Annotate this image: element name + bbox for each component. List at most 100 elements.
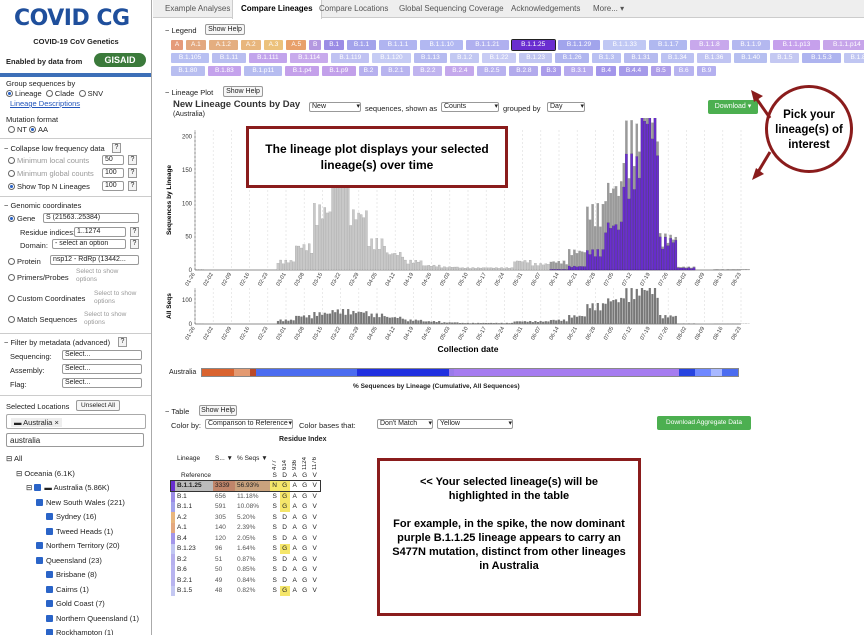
legend-chip-b-1-11[interactable]: B.1.11 (212, 53, 246, 63)
bar-all-seqs[interactable] (529, 321, 532, 324)
bar-all-seqs[interactable] (510, 322, 514, 324)
bar-other-lineages[interactable] (669, 234, 672, 239)
bar-other-lineages[interactable] (357, 212, 360, 271)
bar-all-seqs[interactable] (341, 309, 345, 324)
bar-all-seqs[interactable] (586, 304, 589, 324)
bar-other-lineages[interactable] (687, 266, 691, 268)
bar-other-lineages[interactable] (477, 267, 480, 271)
bar-other-lineages[interactable] (723, 269, 727, 271)
bar-b-1-1-25[interactable] (690, 268, 693, 271)
location-tree-item[interactable]: ⊟ ▬ Australia (5.86K) (26, 483, 109, 492)
bar-b-1-1-25[interactable] (627, 198, 631, 271)
bar-other-lineages[interactable] (414, 260, 418, 271)
tab-compare-lineages[interactable]: Compare Lineages (232, 0, 322, 19)
bar-other-lineages[interactable] (503, 268, 506, 271)
cumulative-bar-segment[interactable] (453, 369, 679, 376)
col-residue-header[interactable]: 1124 (300, 446, 310, 470)
location-tree-item[interactable]: Cairns (1) (46, 585, 89, 594)
legend-chip-b-1-1-29[interactable]: B.1.1.29 (557, 40, 601, 50)
legend-chip-b-1-80[interactable]: B.1.80 (171, 66, 205, 76)
radio-clade[interactable] (45, 90, 53, 97)
bar-all-seqs[interactable] (474, 323, 477, 324)
radio-primers[interactable] (8, 274, 15, 281)
bar-all-seqs[interactable] (531, 322, 534, 324)
bar-other-lineages[interactable] (638, 151, 641, 179)
bar-other-lineages[interactable] (339, 174, 342, 271)
bar-all-seqs[interactable] (490, 322, 493, 324)
bar-all-seqs[interactable] (445, 322, 449, 324)
bar-all-seqs[interactable] (391, 317, 394, 324)
radio-snv[interactable] (78, 90, 86, 97)
bar-all-seqs[interactable] (518, 321, 521, 324)
legend-chip-b-4-4[interactable]: B.4.4 (619, 66, 648, 76)
bar-other-lineages[interactable] (474, 268, 477, 271)
legend-chip-b-1-1-p14[interactable]: B.1.1.p14 (823, 40, 864, 50)
legend-chip-a-2[interactable]: A.2 (240, 40, 261, 50)
tab-example-analyses[interactable]: Example Analyses (165, 0, 230, 18)
bar-all-seqs[interactable] (672, 316, 675, 324)
bar-other-lineages[interactable] (518, 260, 522, 271)
bar-other-lineages[interactable] (716, 269, 719, 271)
location-tree-item[interactable]: Tweed Heads (1) (46, 527, 113, 536)
location-tree-item[interactable]: Rockhampton (1) (46, 628, 114, 635)
bar-all-seqs[interactable] (466, 322, 469, 324)
bar-b-1-1-25[interactable] (604, 232, 607, 271)
bar-b-1-1-25[interactable] (679, 267, 683, 271)
bar-all-seqs[interactable] (555, 320, 558, 324)
bar-other-lineages[interactable] (344, 185, 347, 271)
bar-all-seqs[interactable] (583, 316, 586, 324)
bar-all-seqs[interactable] (560, 320, 563, 324)
radio-custom[interactable] (8, 295, 15, 302)
bar-other-lineages[interactable] (198, 269, 202, 271)
bar-all-seqs[interactable] (666, 317, 670, 324)
bar-other-lineages[interactable] (731, 269, 735, 271)
legend-chip-b-1-5[interactable]: B.1.5 (770, 53, 800, 63)
bar-all-seqs[interactable] (539, 321, 542, 324)
new-select[interactable]: New ▾ (309, 102, 361, 112)
day-select[interactable]: Day ▾ (547, 102, 585, 112)
cumulative-bar-segment[interactable] (357, 369, 449, 376)
download-aggregate-button[interactable]: Download Aggregate Data (657, 416, 751, 430)
bar-other-lineages[interactable] (323, 207, 327, 271)
bar-other-lineages[interactable] (373, 249, 376, 271)
bar-all-seqs[interactable] (305, 317, 308, 324)
legend-chip-b-1-26[interactable]: B.1.26 (555, 53, 589, 63)
bar-other-lineages[interactable] (542, 264, 545, 271)
bar-other-lineages[interactable] (500, 267, 503, 271)
bar-other-lineages[interactable] (302, 244, 306, 271)
location-tree-item[interactable]: Northern Territory (20) (36, 541, 120, 550)
bar-other-lineages[interactable] (469, 268, 472, 271)
bar-b-1-1-25[interactable] (677, 267, 680, 271)
bar-other-lineages[interactable] (282, 263, 285, 271)
bar-b-1-1-25[interactable] (562, 269, 566, 271)
bar-b-1-1-25[interactable] (630, 153, 633, 271)
bar-other-lineages[interactable] (588, 219, 592, 255)
bar-b-1-1-25[interactable] (586, 250, 589, 271)
bar-all-seqs[interactable] (495, 322, 498, 324)
bar-all-seqs[interactable] (417, 320, 420, 324)
location-tree-item[interactable]: Queensland (23) (36, 556, 102, 565)
tab-more[interactable]: More... ▾ (593, 0, 624, 18)
bar-b-1-1-25[interactable] (606, 222, 610, 271)
bar-all-seqs[interactable] (419, 319, 423, 324)
bar-other-lineages[interactable] (490, 267, 493, 271)
bar-other-lineages[interactable] (292, 261, 295, 271)
bar-all-seqs[interactable] (614, 299, 618, 324)
bar-all-seqs[interactable] (521, 321, 524, 324)
bar-other-lineages[interactable] (544, 263, 548, 271)
table-row[interactable]: B.2 51 0.87% S D A G V (171, 554, 320, 565)
col-pct-header[interactable]: % Seqs ▼ (235, 446, 270, 470)
bar-other-lineages[interactable] (599, 226, 602, 257)
bar-all-seqs[interactable] (323, 312, 326, 324)
legend-chip-b-1-22[interactable]: B.1.22 (482, 53, 516, 63)
bar-other-lineages[interactable] (573, 249, 576, 267)
bar-all-seqs[interactable] (591, 303, 594, 324)
bar-all-seqs[interactable] (651, 294, 654, 324)
bar-other-lineages[interactable] (412, 262, 415, 271)
col-residue-header[interactable]: 936 (290, 446, 300, 470)
bar-other-lineages[interactable] (531, 265, 535, 271)
bar-all-seqs[interactable] (430, 321, 433, 324)
bar-all-seqs[interactable] (344, 314, 347, 324)
bar-other-lineages[interactable] (378, 249, 381, 271)
bar-b-1-1-25[interactable] (640, 118, 644, 271)
